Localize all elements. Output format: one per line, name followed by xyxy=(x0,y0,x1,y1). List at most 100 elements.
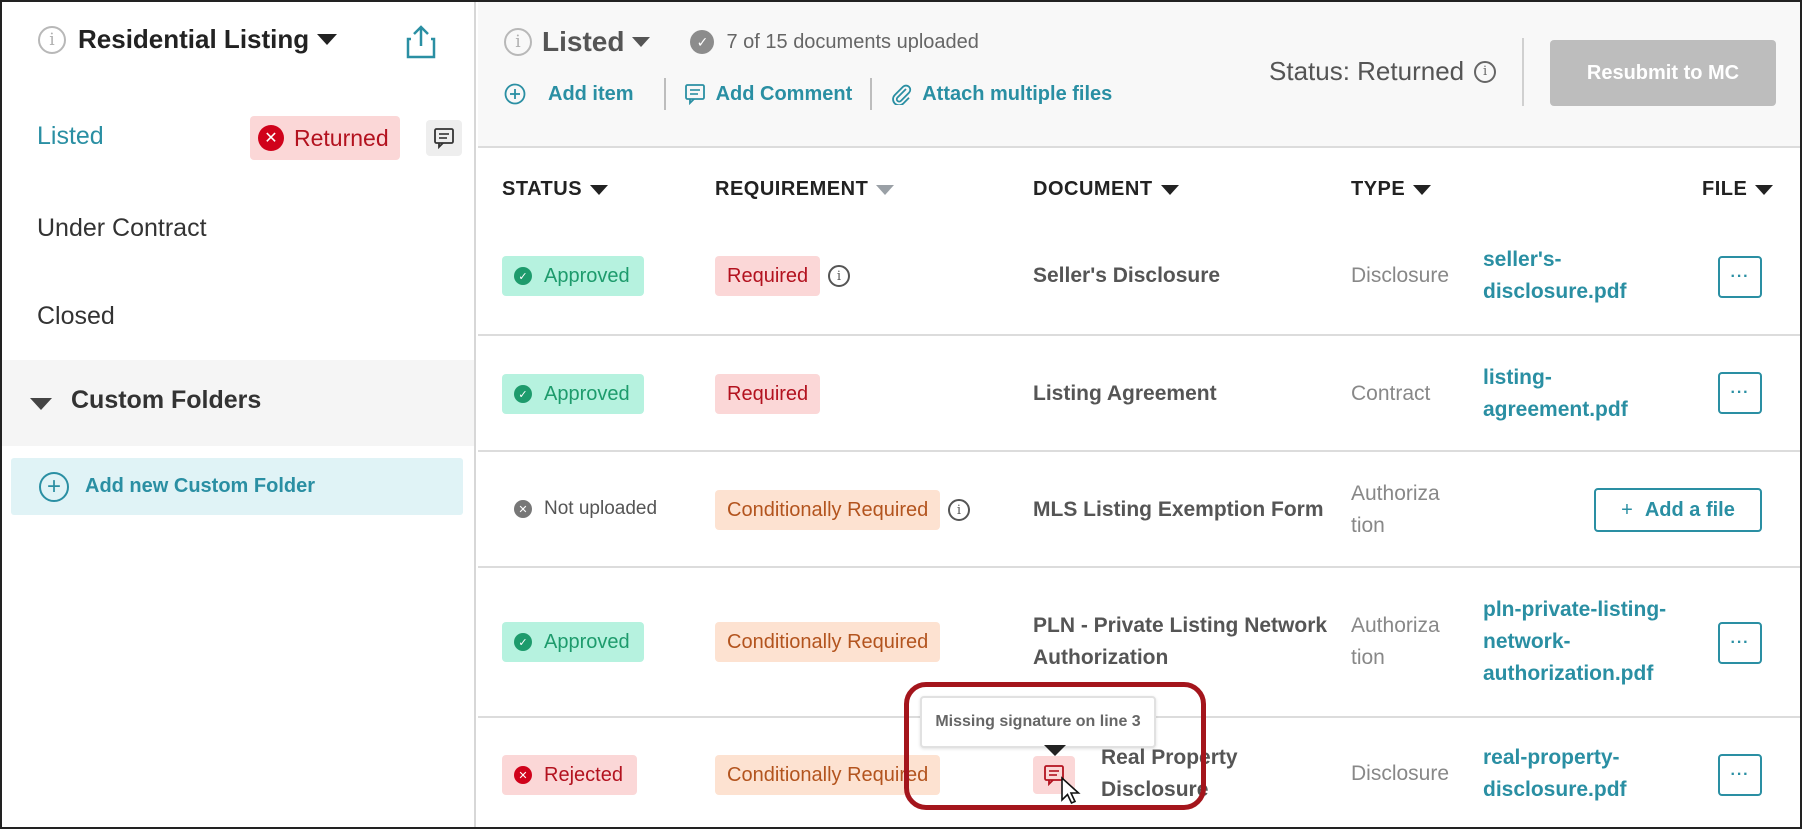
document-name: MLS Listing Exemption Form xyxy=(1033,498,1324,521)
table-row[interactable]: ✕ Not uploaded Conditionally Required i … xyxy=(478,452,1800,568)
status-badge: ✓ Approved xyxy=(502,622,644,662)
mouse-cursor-icon xyxy=(1061,776,1081,805)
column-header-requirement[interactable]: REQUIREMENT xyxy=(715,178,895,201)
x-circle-icon: ✕ xyxy=(258,125,284,151)
file-link-line: authorization.pdf xyxy=(1483,662,1654,685)
attach-files-button[interactable]: Attach multiple files xyxy=(890,83,1112,106)
comment-button[interactable] xyxy=(426,120,462,156)
more-options-button[interactable]: ··· xyxy=(1718,372,1762,414)
more-options-button[interactable]: ··· xyxy=(1718,256,1762,298)
document-type-line: tion xyxy=(1351,646,1385,669)
share-icon[interactable] xyxy=(404,24,438,60)
sort-icon xyxy=(590,184,609,195)
chevron-down-icon[interactable] xyxy=(632,37,651,47)
tooltip-arrow xyxy=(1044,745,1066,756)
divider xyxy=(663,78,666,110)
add-comment-label: Add Comment xyxy=(715,82,853,105)
comment-icon xyxy=(684,84,705,105)
file-link-line: disclosure.pdf xyxy=(1483,280,1627,303)
resubmit-button[interactable]: Resubmit to MC xyxy=(1550,40,1776,106)
document-type: Disclosure xyxy=(1351,762,1450,785)
add-custom-folder-button[interactable]: + Add new Custom Folder xyxy=(11,458,463,515)
info-icon[interactable]: i xyxy=(1474,60,1497,83)
requirement-badge: Conditionally Required xyxy=(715,490,941,530)
document-name: Real Property Disclosure xyxy=(1101,742,1238,806)
info-icon[interactable]: i xyxy=(948,499,970,521)
custom-folders-section[interactable]: Custom Folders xyxy=(2,360,474,446)
column-header-label: FILE xyxy=(1702,178,1748,200)
file-link-line: real-property- xyxy=(1483,746,1620,769)
status-badge: ✓ Approved xyxy=(502,374,644,414)
custom-folders-label: Custom Folders xyxy=(71,386,262,414)
add-item-button[interactable]: Add item xyxy=(504,83,634,106)
check-circle-icon: ✓ xyxy=(514,385,532,403)
column-header-type[interactable]: TYPE xyxy=(1351,178,1432,201)
add-file-button[interactable]: + Add a file xyxy=(1594,488,1762,532)
sort-icon xyxy=(1755,184,1774,195)
more-options-button[interactable]: ··· xyxy=(1718,754,1762,796)
document-type: Authoriza tion xyxy=(1351,478,1440,542)
requirement-badge: Conditionally Required xyxy=(715,622,941,662)
plus-icon: + xyxy=(1621,498,1633,521)
status-label: Status: Returned xyxy=(1269,56,1465,86)
sidebar-item-under-contract[interactable]: Under Contract xyxy=(37,214,207,243)
column-header-label: TYPE xyxy=(1351,178,1406,200)
divider xyxy=(870,78,873,110)
column-header-label: STATUS xyxy=(502,178,583,200)
x-circle-icon: ✕ xyxy=(514,766,532,784)
file-link[interactable]: real-property- disclosure.pdf xyxy=(1483,742,1627,806)
info-icon[interactable]: i xyxy=(504,28,532,56)
file-link-line: network- xyxy=(1483,630,1571,653)
document-type: Disclosure xyxy=(1351,264,1450,287)
plus-circle-icon xyxy=(504,83,526,105)
file-link[interactable]: listing- agreement.pdf xyxy=(1483,362,1628,426)
comment-icon xyxy=(434,128,454,149)
column-header-label: REQUIREMENT xyxy=(715,178,869,200)
app-frame: i Residential Listing Listed ✕ Returned … xyxy=(0,0,1802,829)
status-label: Approved xyxy=(544,264,630,287)
table-row[interactable]: ✓ Approved Required Listing Agreement Co… xyxy=(478,336,1800,452)
document-name: Seller's Disclosure xyxy=(1033,264,1221,287)
table-row[interactable]: ✓ Approved Required i Seller's Disclosur… xyxy=(478,218,1800,336)
sidebar-item-closed[interactable]: Closed xyxy=(37,302,115,331)
status-label: Not uploaded xyxy=(544,498,658,519)
comment-tooltip: Missing signature on line 3 xyxy=(920,696,1156,748)
document-name-line: PLN - Private Listing Network xyxy=(1033,614,1328,637)
x-circle-icon: ✕ xyxy=(514,500,532,518)
column-header-label: DOCUMENT xyxy=(1033,178,1153,200)
column-header-document[interactable]: DOCUMENT xyxy=(1033,178,1179,201)
transaction-title[interactable]: Residential Listing xyxy=(78,24,309,55)
document-name-line: Authorization xyxy=(1033,646,1169,669)
sort-icon xyxy=(1160,184,1179,195)
add-comment-button[interactable]: Add Comment xyxy=(684,82,853,106)
file-link-line: seller's- xyxy=(1483,248,1562,271)
file-link[interactable]: pln-private-listing- network- authorizat… xyxy=(1483,594,1666,690)
column-header-file[interactable]: FILE xyxy=(1702,178,1774,201)
chevron-down-icon[interactable] xyxy=(317,34,338,45)
document-name-line: Disclosure xyxy=(1101,778,1209,801)
info-icon[interactable]: i xyxy=(828,265,850,287)
column-header-status[interactable]: STATUS xyxy=(502,178,609,201)
status-badge: ✕ Rejected xyxy=(502,755,637,795)
more-options-button[interactable]: ··· xyxy=(1718,622,1762,664)
status-badge: ✓ Approved xyxy=(502,256,644,296)
add-file-label: Add a file xyxy=(1644,498,1735,521)
file-link-line: disclosure.pdf xyxy=(1483,778,1627,801)
info-icon[interactable]: i xyxy=(38,25,66,54)
file-link-line: pln-private-listing- xyxy=(1483,598,1667,621)
status-not-uploaded: ✕ Not uploaded xyxy=(514,498,657,520)
sidebar: i Residential Listing Listed ✕ Returned … xyxy=(2,2,476,827)
document-type: Authoriza tion xyxy=(1351,610,1440,674)
status-badge: ✕ Returned xyxy=(250,116,400,160)
toolbar: i Listed ✓ 7 of 15 documents uploaded Ad… xyxy=(478,2,1800,148)
file-link[interactable]: seller's- disclosure.pdf xyxy=(1483,244,1627,308)
caret-down-icon xyxy=(30,398,52,410)
document-type: Contract xyxy=(1351,382,1431,405)
requirement-badge: Conditionally Required xyxy=(715,755,941,795)
attach-files-label: Attach multiple files xyxy=(922,82,1113,105)
sidebar-item-listed[interactable]: Listed xyxy=(37,122,104,151)
stage-selector[interactable]: Listed xyxy=(542,26,624,58)
check-circle-icon: ✓ xyxy=(514,633,532,651)
status-label: Approved xyxy=(544,382,630,405)
add-custom-folder-label: Add new Custom Folder xyxy=(85,475,315,497)
